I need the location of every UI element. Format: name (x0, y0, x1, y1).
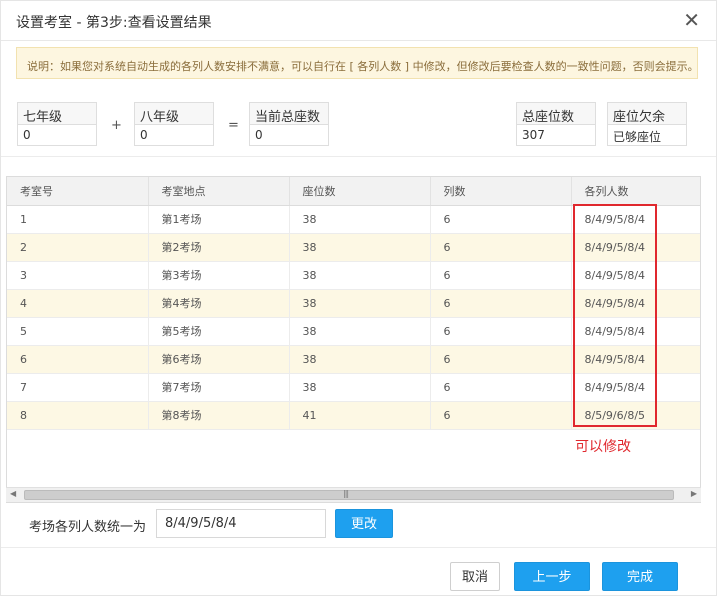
room-number-cell: 6 (7, 345, 149, 374)
grade7-stat: 七年级 0 (17, 102, 97, 146)
column-count-cell: 6 (430, 205, 572, 234)
scrollbar-thumb[interactable]: ||| (24, 489, 674, 500)
room-number-cell: 8 (7, 401, 149, 430)
grade8-stat: 八年级 0 (134, 102, 214, 146)
prev-step-button[interactable]: 上一步 (514, 562, 590, 591)
unify-input[interactable] (156, 509, 326, 538)
room-location-cell: 第5考场 (148, 317, 290, 346)
current-total-label: 当前总座数 (250, 103, 328, 125)
room-number-cell: 3 (7, 261, 149, 290)
room-location-cell: 第6考场 (148, 345, 290, 374)
seat-count-cell: 38 (289, 317, 431, 346)
column-count-cell: 6 (430, 345, 572, 374)
grade7-label: 七年级 (18, 103, 96, 125)
equals-sign: = (228, 118, 239, 133)
grade8-value: 0 (140, 128, 148, 142)
room-location-cell: 第2考场 (148, 233, 290, 262)
total-seats-value: 307 (522, 128, 545, 142)
column-count-cell: 6 (430, 289, 572, 318)
scroll-left-icon[interactable]: ◀ (10, 489, 16, 498)
column-header[interactable]: 列数 (430, 177, 572, 206)
horizontal-scrollbar[interactable]: ◀ ||| ▶ (6, 487, 701, 502)
column-header[interactable]: 考室地点 (148, 177, 290, 206)
cancel-button[interactable]: 取消 (450, 562, 500, 591)
seat-count-cell: 38 (289, 373, 431, 402)
room-location-cell: 第7考场 (148, 373, 290, 402)
seat-count-cell: 38 (289, 261, 431, 290)
grade7-value: 0 (23, 128, 31, 142)
room-number-cell: 7 (7, 373, 149, 402)
close-icon[interactable]: ✕ (683, 9, 700, 31)
room-number-cell: 2 (7, 233, 149, 262)
dialog-title: 设置考室 - 第3步:查看设置结果 (16, 15, 212, 31)
column-count-cell: 6 (430, 317, 572, 346)
footer-divider (1, 547, 716, 548)
finish-button[interactable]: 完成 (602, 562, 678, 591)
notice-banner: 说明：如果您对系统自动生成的各列人数安排不满意，可以自行在 [ 各列人数 ] 中… (16, 47, 698, 79)
room-location-cell: 第8考场 (148, 401, 290, 430)
seat-status-stat: 座位欠余 已够座位 (607, 102, 687, 146)
current-total-value: 0 (255, 128, 263, 142)
plus-sign: + (111, 118, 122, 133)
column-header[interactable]: 考室号 (7, 177, 149, 206)
room-number-cell: 5 (7, 317, 149, 346)
table-header-row: 考室号 考室地点 座位数 列数 各列人数 (7, 177, 700, 206)
column-header[interactable]: 各列人数 (571, 177, 700, 206)
seat-count-cell: 38 (289, 205, 431, 234)
column-header[interactable]: 座位数 (289, 177, 431, 206)
room-number-cell: 4 (7, 289, 149, 318)
room-number-cell: 1 (7, 205, 149, 234)
unify-label: 考场各列人数统一为 (29, 520, 147, 535)
room-location-cell: 第4考场 (148, 289, 290, 318)
settings-dialog: 设置考室 - 第3步:查看设置结果 ✕ 说明：如果您对系统自动生成的各列人数安排… (0, 0, 717, 596)
column-count-cell: 6 (430, 373, 572, 402)
seat-count-cell: 38 (289, 233, 431, 262)
column-count-cell: 6 (430, 401, 572, 430)
column-count-cell: 6 (430, 261, 572, 290)
editable-column-highlight (573, 204, 657, 427)
seat-count-cell: 38 (289, 345, 431, 374)
seat-count-cell: 38 (289, 289, 431, 318)
room-location-cell: 第3考场 (148, 261, 290, 290)
seat-status-label: 座位欠余 (608, 103, 686, 125)
column-count-cell: 6 (430, 233, 572, 262)
divider (1, 156, 716, 157)
total-seats-label: 总座位数 (517, 103, 595, 125)
change-button[interactable]: 更改 (335, 509, 393, 538)
annotation-label: 可以修改 (575, 439, 631, 455)
seat-status-value: 已够座位 (613, 130, 662, 144)
current-total-stat: 当前总座数 0 (249, 102, 329, 146)
seat-count-cell: 41 (289, 401, 431, 430)
grade8-label: 八年级 (135, 103, 213, 125)
total-seats-stat: 总座位数 307 (516, 102, 596, 146)
scroll-right-icon[interactable]: ▶ (691, 489, 697, 498)
room-location-cell: 第1考场 (148, 205, 290, 234)
grip-icon: ||| (343, 489, 349, 498)
dialog-titlebar: 设置考室 - 第3步:查看设置结果 ✕ (1, 1, 716, 41)
